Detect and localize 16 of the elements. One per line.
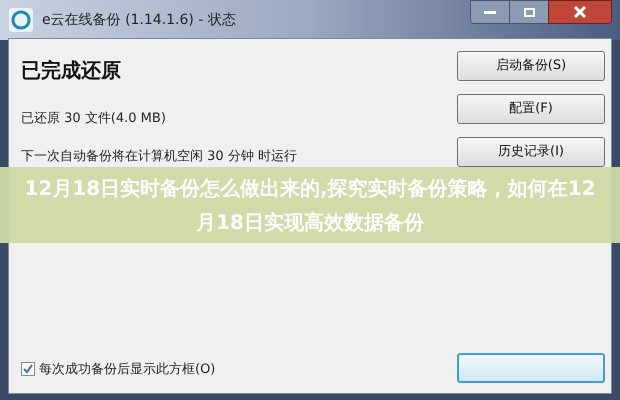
close-button[interactable]: [548, 0, 612, 24]
checkbox[interactable]: [21, 362, 35, 376]
minimize-button[interactable]: [470, 0, 510, 24]
banner-text: 12月18日实时备份怎么做出来的,探究实时备份策略，如何在12月18日实现高效数据备份: [23, 175, 597, 236]
status-text: 下一次自动备份将在计算机空闲 30 分钟 时运行: [21, 148, 298, 166]
window-title: e云在线备份 (1.14.1.6) - 状态: [42, 10, 236, 30]
dialog-button[interactable]: 历史记录(I): [457, 137, 605, 167]
app-logo-icon: [8, 7, 34, 33]
status-text: 已还原 30 文件(4.0 MB): [21, 110, 167, 128]
dialog-button[interactable]: 配置(F): [457, 94, 605, 124]
maximize-button[interactable]: [510, 0, 548, 24]
close-icon: [574, 6, 586, 18]
status-heading: 已完成还原: [21, 57, 122, 84]
dialog-button[interactable]: 启动备份(S): [457, 51, 605, 81]
dialog-button[interactable]: [457, 353, 605, 383]
checkbox-label: 每次成功备份后显示此方框(O): [39, 360, 216, 378]
